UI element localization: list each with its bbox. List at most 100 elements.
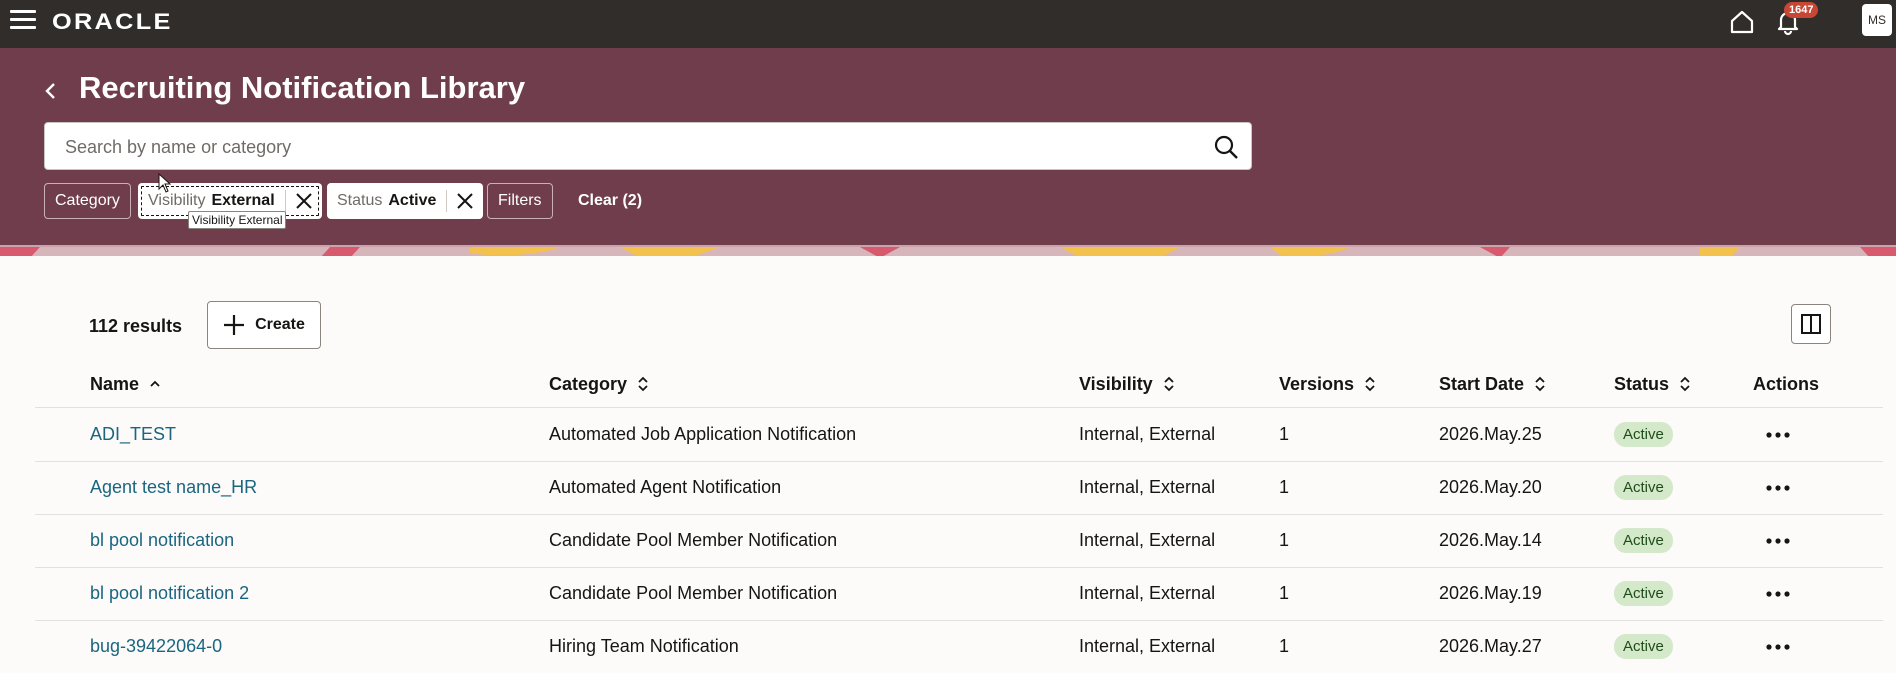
actions-cell <box>1765 514 1791 567</box>
column-header-versions[interactable]: Versions <box>1279 360 1376 408</box>
table-row: bl pool notification Candidate Pool Memb… <box>35 514 1883 567</box>
category-cell: Automated Agent Notification <box>549 477 782 497</box>
column-header-label: Category <box>549 373 628 394</box>
notification-name-link[interactable]: bl pool notification <box>90 514 234 567</box>
more-actions-icon[interactable] <box>1765 537 1791 545</box>
more-actions-icon[interactable] <box>1765 431 1791 439</box>
search-input[interactable] <box>63 123 1187 171</box>
decorative-banner <box>0 245 1896 256</box>
column-header-label: Start Date <box>1439 373 1525 394</box>
search-bar <box>44 122 1252 171</box>
menu-icon[interactable] <box>10 10 36 32</box>
table-row: ADI_TEST Automated Job Application Notif… <box>35 408 1883 461</box>
notification-name-link[interactable]: bl pool notification 2 <box>90 567 249 620</box>
status-badge: Active <box>1614 581 1673 606</box>
status-badge: Active <box>1614 422 1673 447</box>
start-date-cell: 2026.May.14 <box>1439 530 1542 550</box>
table-row: bl pool notification 2 Candidate Pool Me… <box>35 567 1883 620</box>
column-layout-button[interactable] <box>1791 304 1831 344</box>
home-icon[interactable] <box>1728 8 1756 36</box>
start-date-cell: 2026.May.19 <box>1439 583 1542 603</box>
column-header-actions: Actions <box>1753 360 1819 408</box>
actions-cell <box>1765 620 1791 673</box>
versions-cell: 1 <box>1279 477 1290 497</box>
versions-cell: 1 <box>1279 424 1290 444</box>
actions-cell <box>1765 567 1791 620</box>
notification-name-link[interactable]: bug-39422064-0 <box>90 620 222 673</box>
column-header-name[interactable]: Name <box>90 360 161 408</box>
sort-icon[interactable] <box>1163 376 1175 392</box>
visibility-cell: Internal, External <box>1079 424 1216 444</box>
visibility-cell: Internal, External <box>1079 583 1216 603</box>
user-avatar[interactable]: MS <box>1862 4 1892 36</box>
category-cell: Candidate Pool Member Notification <box>549 530 838 550</box>
notification-name-link[interactable]: ADI_TEST <box>90 408 176 461</box>
filters-button[interactable]: Filters <box>487 183 553 219</box>
status-cell: Active <box>1614 461 1673 514</box>
oracle-logo: ORACLE <box>52 9 173 34</box>
more-actions-icon[interactable] <box>1765 590 1791 598</box>
visibility-filter-value: External <box>211 192 275 209</box>
sort-icon[interactable] <box>1364 376 1376 392</box>
visibility-cell: Internal, External <box>1079 477 1216 497</box>
sort-ascending-icon[interactable] <box>149 376 161 392</box>
category-filter-label: Category <box>55 192 120 209</box>
status-filter-value: Active <box>388 192 437 209</box>
sort-icon[interactable] <box>1534 376 1546 392</box>
visibility-cell: Internal, External <box>1079 636 1216 656</box>
versions-cell: 1 <box>1279 530 1290 550</box>
back-chevron-icon[interactable] <box>38 76 64 106</box>
create-button-label: Create <box>255 316 305 333</box>
sort-icon[interactable] <box>1679 376 1691 392</box>
remove-status-filter-icon[interactable] <box>455 191 475 211</box>
status-cell: Active <box>1614 514 1673 567</box>
more-actions-icon[interactable] <box>1765 484 1791 492</box>
page-title: Recruiting Notification Library <box>79 70 526 105</box>
column-header-label: Actions <box>1753 373 1820 394</box>
notification-count-badge: 1647 <box>1784 2 1819 18</box>
category-cell: Candidate Pool Member Notification <box>549 583 838 603</box>
category-cell: Hiring Team Notification <box>549 636 739 656</box>
status-cell: Active <box>1614 620 1673 673</box>
column-header-category[interactable]: Category <box>549 360 649 408</box>
split-panel-icon <box>1801 314 1821 334</box>
actions-cell <box>1765 461 1791 514</box>
category-filter-chip[interactable]: Category <box>44 183 131 219</box>
visibility-cell: Internal, External <box>1079 530 1216 550</box>
results-count: 112 results <box>89 316 183 336</box>
column-header-visibility[interactable]: Visibility <box>1079 360 1175 408</box>
status-cell: Active <box>1614 408 1673 461</box>
versions-cell: 1 <box>1279 583 1290 603</box>
more-actions-icon[interactable] <box>1765 643 1791 651</box>
status-filter-chip[interactable]: Status Active <box>327 183 484 219</box>
remove-visibility-filter-icon[interactable] <box>294 191 314 211</box>
table-row: Agent test name_HR Automated Agent Notif… <box>35 461 1883 514</box>
clear-filters-button[interactable]: Clear (2) <box>578 192 642 210</box>
create-button[interactable]: Create <box>207 301 321 349</box>
status-badge: Active <box>1614 475 1673 500</box>
visibility-tooltip: Visibility External <box>188 211 287 229</box>
start-date-cell: 2026.May.27 <box>1439 636 1542 656</box>
start-date-cell: 2026.May.20 <box>1439 477 1542 497</box>
mouse-cursor-icon <box>158 173 172 193</box>
category-cell: Automated Job Application Notification <box>549 424 857 444</box>
column-header-label: Status <box>1614 373 1670 394</box>
column-header-label: Name <box>90 373 140 394</box>
column-header-start-date[interactable]: Start Date <box>1439 360 1546 408</box>
actions-cell <box>1765 408 1791 461</box>
search-icon[interactable] <box>1213 134 1239 160</box>
table-row: bug-39422064-0 Hiring Team Notification … <box>35 620 1883 673</box>
chip-divider <box>446 190 448 212</box>
global-header: ORACLE 1647 MS <box>0 0 1896 48</box>
status-filter-key: Status <box>337 192 383 209</box>
column-header-status[interactable]: Status <box>1614 360 1691 408</box>
versions-cell: 1 <box>1279 636 1290 656</box>
filters-button-label: Filters <box>498 192 542 209</box>
status-cell: Active <box>1614 567 1673 620</box>
status-badge: Active <box>1614 528 1673 553</box>
sort-icon[interactable] <box>637 376 649 392</box>
notification-name-link[interactable]: Agent test name_HR <box>90 461 257 514</box>
visibility-filter-key: Visibility <box>148 192 206 209</box>
status-badge: Active <box>1614 634 1673 659</box>
chip-divider <box>284 190 286 212</box>
